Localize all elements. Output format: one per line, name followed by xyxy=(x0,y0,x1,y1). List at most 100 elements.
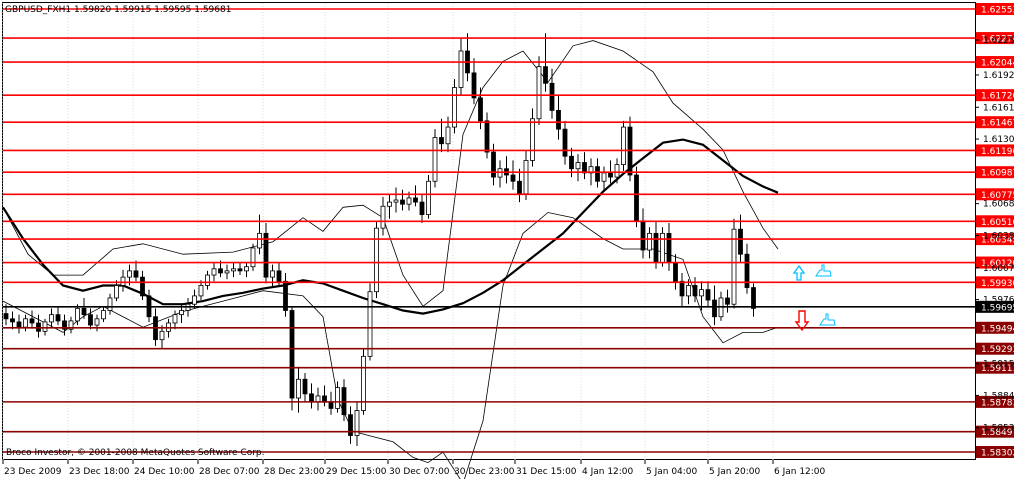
candle-bull xyxy=(536,66,542,120)
candle-bull xyxy=(458,50,464,88)
candle-bull xyxy=(192,295,197,305)
candle-bull xyxy=(101,310,106,320)
candle-bull xyxy=(445,126,451,145)
level-price-label: 1.60516 xyxy=(981,218,1014,228)
candle-bear xyxy=(276,270,282,282)
x-tick-label: 28 Dec 23:00 xyxy=(264,467,325,477)
candle-bull xyxy=(23,318,28,328)
level-price-label: 1.60987 xyxy=(981,169,1014,179)
candle-bear xyxy=(666,232,672,263)
candle-bear xyxy=(634,174,639,222)
candle-bear xyxy=(478,97,483,122)
candle-bear xyxy=(88,314,93,326)
level-price-label: 1.58302 xyxy=(981,449,1014,459)
candle-bull xyxy=(94,318,100,326)
candle-bear xyxy=(419,201,425,216)
candle-bull xyxy=(270,270,275,278)
x-tick-label: 31 Dec 15:00 xyxy=(516,467,577,477)
candle-bear xyxy=(692,285,698,297)
candle-bear xyxy=(439,137,444,145)
candle-bull xyxy=(179,310,184,316)
candle-bull xyxy=(114,285,119,299)
candle-bull xyxy=(387,201,392,207)
candle-bear xyxy=(484,120,490,153)
candle-bull xyxy=(231,268,236,272)
candle-bull xyxy=(380,205,386,229)
x-tick-label: 30 Dec 07:00 xyxy=(389,467,450,477)
y-tick-label: 1.61610 xyxy=(983,103,1014,113)
x-tick-label: 30 Dec 23:00 xyxy=(454,467,515,477)
candle-bull xyxy=(575,162,581,170)
candle-bear xyxy=(582,162,587,174)
candle-bear xyxy=(81,307,87,316)
candle-bull xyxy=(393,199,399,203)
candle-bear xyxy=(608,172,613,178)
candle-bear xyxy=(679,280,685,297)
level-price-label: 1.61196 xyxy=(981,147,1014,157)
candle-bull xyxy=(296,378,301,399)
candle-bull xyxy=(120,276,126,286)
candle-bear xyxy=(133,270,139,278)
x-tick-label: 5 Jan 20:00 xyxy=(709,467,761,477)
candle-bear xyxy=(328,401,334,409)
candle-bear xyxy=(16,321,22,328)
y-tick-label: 1.60070 xyxy=(983,264,1014,274)
candle-bear xyxy=(595,166,600,182)
candle-bear xyxy=(400,199,405,205)
candle-bear xyxy=(55,314,61,322)
chart-header: GBPUSD_FXH1 1.59820 1.59915 1.59595 1.59… xyxy=(5,5,231,15)
y-tick-label: 1.58845 xyxy=(983,391,1014,401)
x-tick-label: 23 Dec 2009 xyxy=(4,467,62,477)
candle-bull xyxy=(224,270,230,274)
candle-bull xyxy=(614,164,620,178)
candle-bear xyxy=(549,82,555,111)
candle-bear xyxy=(510,174,516,182)
candle-bear xyxy=(556,109,561,130)
candle-bull xyxy=(660,232,665,263)
candle-bull xyxy=(244,266,249,272)
candle-bull xyxy=(211,268,217,276)
candle-bear xyxy=(712,299,717,318)
candle-bear xyxy=(289,310,295,399)
candle-bear xyxy=(517,180,522,195)
candle-bear xyxy=(140,276,145,297)
candle-bull xyxy=(432,137,438,182)
candle-bull xyxy=(257,232,262,249)
level-price-label: 1.59293 xyxy=(981,345,1014,355)
y-tick-label: 1.61305 xyxy=(983,135,1014,145)
candle-bear xyxy=(705,289,711,301)
candle-bull xyxy=(198,285,204,297)
y-tick-label: 1.60685 xyxy=(983,200,1014,210)
candle-bull xyxy=(530,118,535,161)
copyright-text: Broco Investor, © 2001-2008 MetaQuotes S… xyxy=(6,448,265,458)
candle-bull xyxy=(367,291,373,357)
level-price-label: 1.59494 xyxy=(981,324,1014,334)
y-tick-label: 1.59765 xyxy=(983,296,1014,306)
candle-bull xyxy=(159,330,165,341)
level-price-label: 1.61726 xyxy=(981,92,1014,102)
y-tick-label: 1.60380 xyxy=(983,231,1014,241)
candle-bull xyxy=(75,307,80,322)
candle-bull xyxy=(406,197,412,205)
candle-bull xyxy=(172,314,178,324)
candle-bull xyxy=(686,285,691,297)
candle-bear xyxy=(471,72,477,99)
candle-bull xyxy=(523,160,529,195)
candle-bull xyxy=(621,126,626,165)
candle-bull xyxy=(601,172,607,182)
candle-bull xyxy=(205,274,210,286)
candle-bull xyxy=(49,314,54,323)
candle-bear xyxy=(653,232,659,263)
candle-bear xyxy=(309,393,314,403)
candle-bull xyxy=(452,87,457,128)
x-tick-label: 4 Jan 12:00 xyxy=(582,467,634,477)
candle-bull xyxy=(647,232,652,251)
candle-bear xyxy=(640,220,646,251)
candle-bear xyxy=(29,318,35,324)
price-chart: 1.625531.622741.620441.617261.614671.611… xyxy=(0,0,1014,479)
candle-bear xyxy=(725,297,730,305)
candle-bull xyxy=(426,180,431,216)
candle-bear xyxy=(3,313,9,320)
candle-bear xyxy=(413,197,418,203)
candle-bear xyxy=(10,318,15,323)
